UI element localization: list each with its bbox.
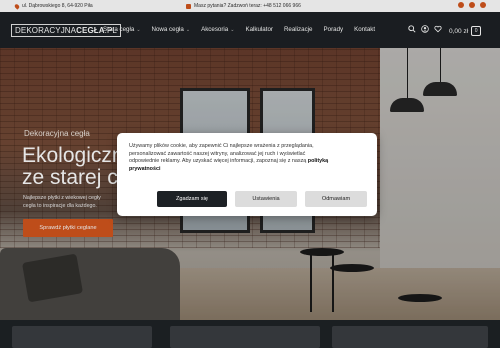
privacy-policy-link-cont[interactable]: prywatności — [129, 166, 160, 172]
cookie-text: Używamy plików cookie, aby zapewnić Ci n… — [129, 143, 365, 173]
privacy-policy-link[interactable]: polityką — [308, 158, 328, 164]
accept-cookies-button[interactable]: Zgadzam się — [157, 191, 227, 207]
cookie-buttons: Zgadzam się Ustawienia Odmawiam — [157, 191, 367, 207]
cookie-text-line: Używamy plików cookie, aby zapewnić Ci n… — [129, 143, 314, 149]
cookie-consent-dialog: Używamy plików cookie, aby zapewnić Ci n… — [117, 133, 377, 216]
cookie-text-line: personalizować zawartość naszej witryny,… — [129, 150, 306, 157]
decline-cookies-button[interactable]: Odmawiam — [305, 191, 367, 207]
cookie-settings-button[interactable]: Ustawienia — [235, 191, 297, 207]
cookie-text-line: odpowiednie reklamy. Aby uzyskać więcej … — [129, 158, 307, 165]
